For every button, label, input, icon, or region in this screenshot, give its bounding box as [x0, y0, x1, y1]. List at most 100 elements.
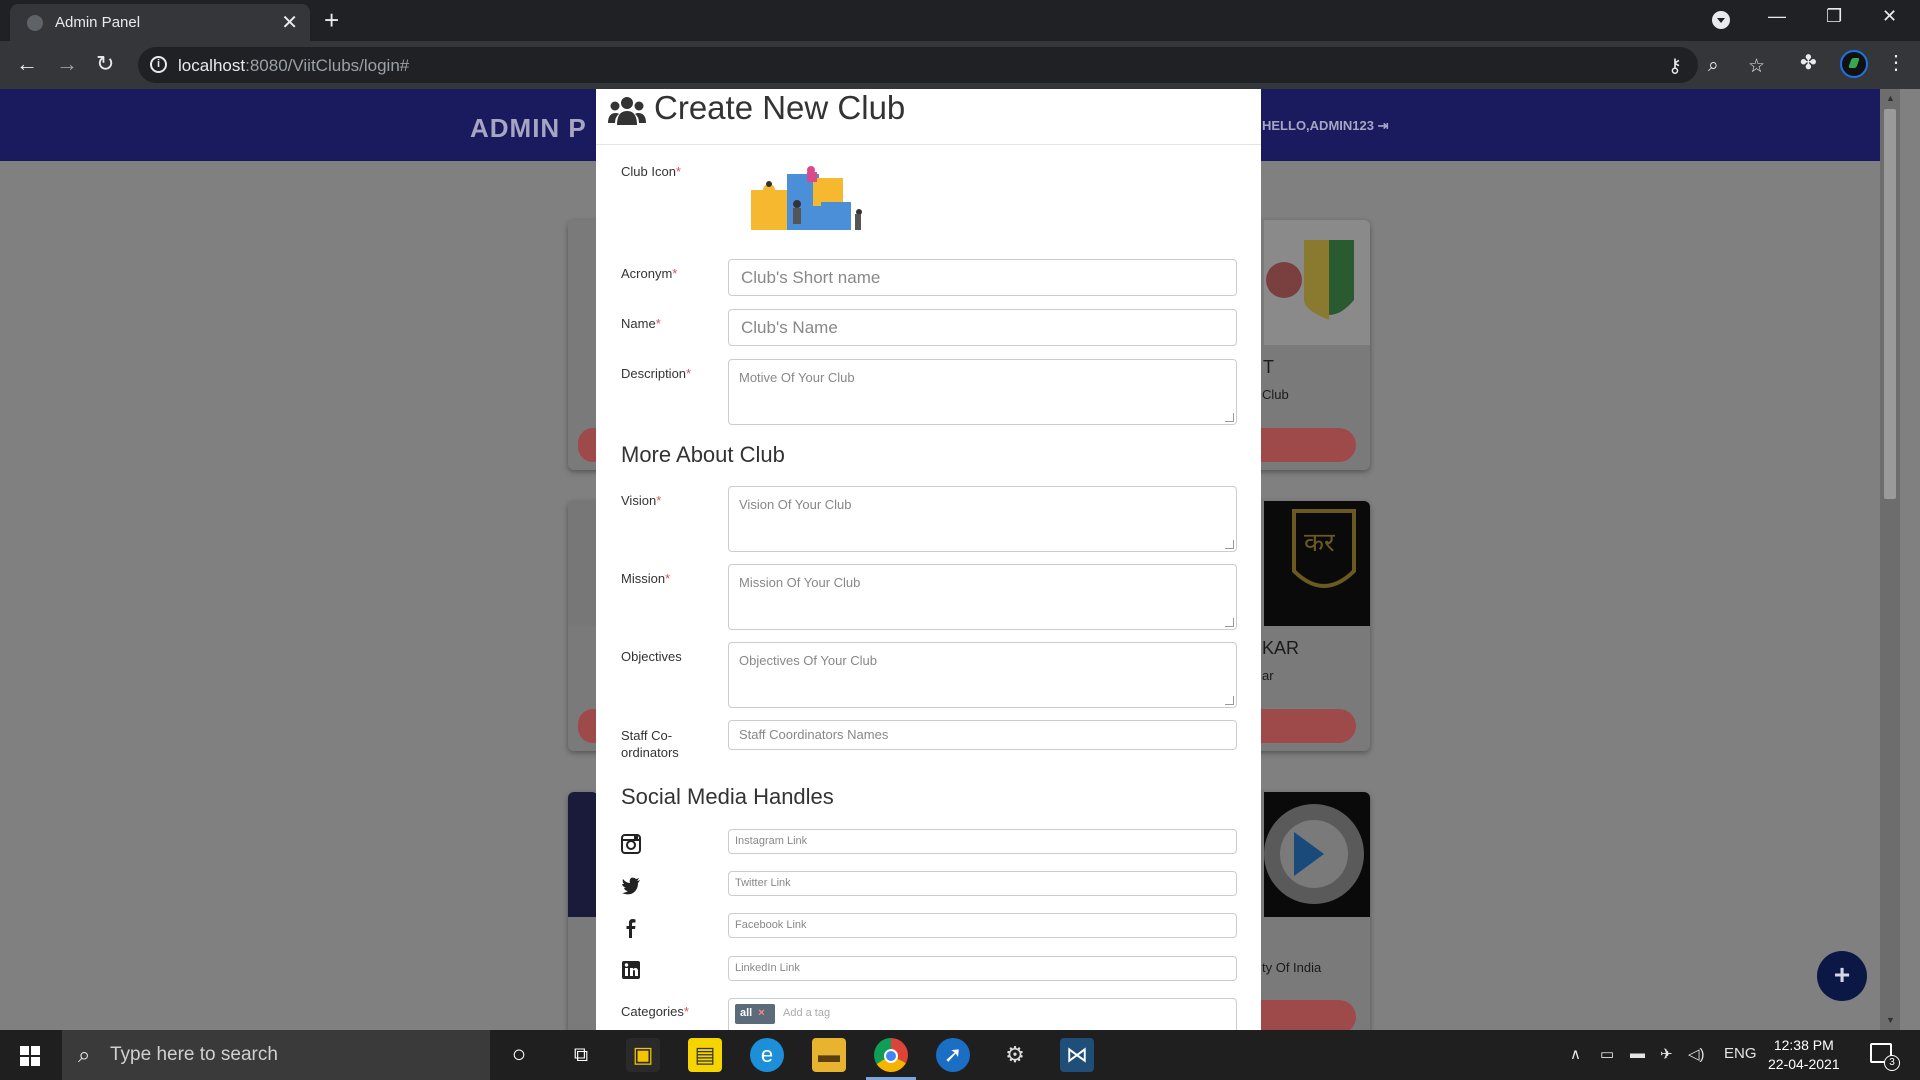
notification-center-icon[interactable]: 3	[1870, 1043, 1900, 1071]
linkedin-icon	[622, 961, 640, 979]
close-window-icon[interactable]: ✕	[1882, 6, 1897, 27]
twitter-icon	[622, 877, 640, 895]
sticky-notes-icon[interactable]: ▤	[688, 1038, 722, 1072]
show-hidden-icons[interactable]: ∧	[1570, 1045, 1581, 1063]
page-viewport: ADMIN P HELLO,ADMIN123 ⇥ कर T Club KAR a…	[0, 89, 1920, 1030]
club-icon-label: Club Icon*	[621, 164, 681, 179]
name-input[interactable]: Club's Name	[728, 309, 1237, 346]
bookmark-star-icon[interactable]: ☆	[1748, 55, 1765, 78]
vision-textarea[interactable]: Vision Of Your Club	[728, 486, 1237, 552]
remove-tag-icon[interactable]: ×	[758, 1007, 764, 1019]
key-icon[interactable]: ⚷	[1668, 55, 1682, 78]
club-card-title: T	[1263, 357, 1274, 377]
puzzle-image	[751, 166, 862, 230]
tab-search-icon[interactable]	[1712, 11, 1730, 29]
mission-textarea[interactable]: Mission Of Your Club	[728, 564, 1237, 630]
categories-label: Categories*	[621, 1004, 689, 1019]
chrome-icon[interactable]	[866, 1038, 916, 1080]
address-bar[interactable]: i localhost:8080/ViitClubs/login# ⚷ ⌕ ☆	[138, 47, 1765, 83]
tab-title: Admin Panel	[55, 14, 141, 31]
facebook-input[interactable]: Facebook Link	[728, 913, 1237, 938]
acronym-label: Acronym*	[621, 266, 678, 281]
language-indicator[interactable]: ENG	[1724, 1045, 1757, 1062]
page-scrollbar[interactable]: ▲ ▼	[1880, 89, 1900, 1030]
facebook-icon	[626, 919, 636, 938]
restore-icon[interactable]: ❐	[1826, 6, 1842, 27]
hello-user[interactable]: HELLO,ADMIN123 ⇥	[1262, 118, 1389, 134]
back-icon[interactable]: ←	[16, 51, 38, 77]
zoom-icon[interactable]: ⌕	[1708, 55, 1719, 77]
url-text: localhost:8080/ViitClubs/login#	[178, 56, 410, 75]
club-logo	[1264, 220, 1370, 345]
objectives-label: Objectives	[621, 649, 682, 664]
safari-icon[interactable]: ➚	[936, 1038, 970, 1072]
scroll-down-icon[interactable]: ▼	[1886, 1015, 1895, 1025]
club-card-title: KAR	[1262, 638, 1300, 658]
file-explorer-icon[interactable]: ▬	[812, 1038, 846, 1072]
edge-icon[interactable]: e	[750, 1038, 784, 1072]
reload-icon[interactable]: ↻	[96, 51, 114, 77]
more-about-heading: More About Club	[621, 442, 785, 467]
new-tab-icon[interactable]: +	[324, 5, 339, 36]
svg-text:कर: कर	[1304, 528, 1336, 558]
taskbar-clock[interactable]: 12:38 PM 22-04-2021	[1768, 1036, 1840, 1074]
extensions-icon[interactable]: ✤	[1800, 50, 1817, 75]
browser-tab-bar: Admin Panel ✕ + — ❐ ✕	[0, 0, 1920, 41]
club-card-subtitle: ar	[1262, 668, 1274, 683]
club-logo	[1264, 792, 1370, 917]
category-tag: all ×	[735, 1004, 775, 1024]
mysql-workbench-icon[interactable]: ⋈	[1060, 1038, 1094, 1072]
description-label: Description*	[621, 366, 692, 381]
club-logo: कर	[1264, 501, 1370, 626]
task-view-icon[interactable]: ⧉	[564, 1038, 598, 1072]
windows-start-icon[interactable]	[20, 1046, 40, 1066]
store-icon[interactable]: ▣	[626, 1038, 660, 1072]
brand-title: ADMIN P	[470, 113, 587, 143]
site-info-icon[interactable]: i	[150, 56, 167, 73]
volume-icon[interactable]: ◁)	[1688, 1045, 1705, 1063]
staff-label: Staff Co-ordinators	[621, 728, 679, 760]
club-icon-upload[interactable]	[749, 164, 869, 234]
club-card-subtitle: Club	[1262, 387, 1289, 402]
staff-input[interactable]: Staff Coordinators Names	[728, 720, 1237, 750]
add-club-button[interactable]: +	[1817, 951, 1867, 1001]
tag-placeholder: Add a tag	[783, 1007, 831, 1019]
clock-time: 12:38 PM	[1773, 1037, 1834, 1053]
vision-label: Vision*	[621, 493, 662, 508]
description-textarea[interactable]: Motive Of Your Club	[728, 359, 1237, 425]
scrollbar-thumb[interactable]	[1884, 109, 1896, 499]
profile-avatar[interactable]	[1840, 50, 1868, 78]
instagram-icon	[621, 834, 641, 854]
acronym-input[interactable]: Club's Short name	[728, 259, 1237, 296]
forward-icon[interactable]: →	[56, 51, 78, 77]
categories-tag-input[interactable]: all × Add a tag	[728, 998, 1237, 1030]
objectives-textarea[interactable]: Objectives Of Your Club	[728, 642, 1237, 708]
battery-icon[interactable]: ▬	[1630, 1045, 1645, 1062]
instagram-input[interactable]: Instagram Link	[728, 829, 1237, 854]
logout-icon[interactable]: ⇥	[1378, 118, 1389, 133]
search-placeholder: Type here to search	[110, 1044, 278, 1065]
tab-admin-panel[interactable]: Admin Panel ✕	[10, 4, 310, 41]
scroll-up-icon[interactable]: ▲	[1886, 93, 1895, 103]
name-label: Name*	[621, 316, 661, 331]
cortana-icon[interactable]: ○	[502, 1038, 536, 1072]
chrome-menu-icon[interactable]: ⋮	[1886, 50, 1906, 75]
settings-gear-icon[interactable]: ⚙	[998, 1038, 1032, 1072]
linkedin-input[interactable]: LinkedIn Link	[728, 956, 1237, 981]
tab-favicon-icon	[27, 15, 43, 31]
taskbar-search[interactable]: ⌕ Type here to search	[62, 1030, 490, 1080]
twitter-input[interactable]: Twitter Link	[728, 871, 1237, 896]
device-icon[interactable]: ▭	[1600, 1045, 1614, 1063]
tab-close-icon[interactable]: ✕	[281, 10, 298, 35]
create-club-modal: Create New Club Club Icon* Acronym* Club…	[596, 89, 1261, 1030]
airplane-icon[interactable]: ✈	[1660, 1045, 1673, 1063]
minimize-icon[interactable]: —	[1768, 6, 1786, 27]
users-icon	[608, 97, 646, 125]
clock-date: 22-04-2021	[1768, 1056, 1840, 1072]
search-icon: ⌕	[78, 1042, 91, 1067]
club-card-subtitle: ty Of India	[1262, 960, 1322, 975]
notification-count: 3	[1884, 1055, 1900, 1071]
modal-title: Create New Club	[654, 89, 906, 126]
windows-taskbar: ⌕ Type here to search ○ ⧉ ▣ ▤ e ▬ ➚ ⚙ ⋈ …	[0, 1030, 1920, 1080]
social-heading: Social Media Handles	[621, 784, 834, 809]
